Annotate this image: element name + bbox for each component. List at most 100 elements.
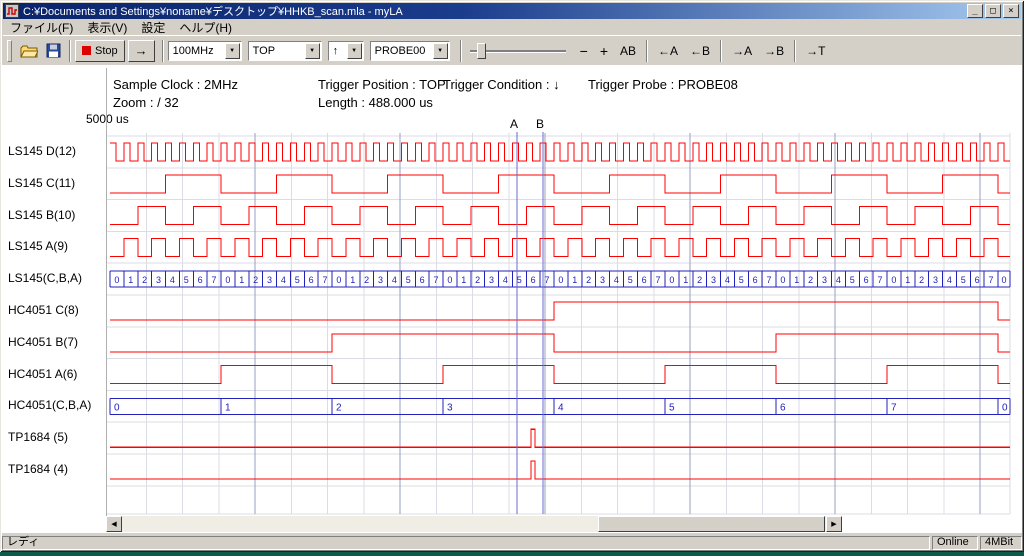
trigger-probe-value: PROBE00 [375, 45, 426, 57]
bus-value: 0 [336, 275, 341, 285]
bus-value: 4 [725, 275, 730, 285]
zoom-info: Zoom : / 32 [113, 95, 179, 110]
chevron-down-icon[interactable]: ▼ [305, 43, 320, 59]
bus-value: 4 [558, 402, 564, 413]
trigger-position-value: TOP [253, 45, 275, 57]
bus-value: 1 [794, 275, 799, 285]
waveform-ls145-d-12 [110, 143, 1010, 161]
bus-value: 7 [545, 275, 550, 285]
stop-icon [82, 46, 91, 55]
bus-value: 4 [170, 275, 175, 285]
close-button[interactable]: × [1003, 4, 1019, 18]
bus-value: 1 [683, 275, 688, 285]
run-button[interactable]: → [128, 40, 155, 62]
bus-value: 7 [989, 275, 994, 285]
sample-rate-select[interactable]: 100MHz ▼ [168, 41, 242, 61]
toolbar: Stop → 100MHz ▼ TOP ▼ ↑ ▼ PROBE00 ▼ − + … [3, 35, 1021, 65]
waveform-hc4051-b-7 [110, 334, 1010, 352]
app-window: C:¥Documents and Settings¥noname¥デスクトップ¥… [0, 0, 1024, 552]
menu-item-4[interactable]: ヘルプ(H) [172, 18, 239, 37]
cursor-b-label: B [536, 117, 544, 131]
length-info: Length : 488.000 us [318, 95, 433, 110]
menu-bar: ファイル(F)表示(V)設定ヘルプ(H) [3, 19, 1021, 35]
bus-value: 2 [697, 275, 702, 285]
stop-button[interactable]: Stop [75, 40, 125, 62]
toolbar-separator [162, 40, 164, 62]
bus-value: 6 [420, 275, 425, 285]
waveform-tp1684-4 [110, 461, 1010, 479]
jump-left-to-a-button[interactable]: ←A [653, 42, 683, 60]
trigger-edge-select[interactable]: ↑ ▼ [328, 41, 364, 61]
bus-value: 2 [919, 275, 924, 285]
floppy-icon [46, 43, 61, 58]
bus-value: 7 [212, 275, 217, 285]
scroll-right-button[interactable]: ▶ [826, 516, 842, 532]
bus-value: 7 [891, 402, 897, 413]
bus-value: 5 [961, 275, 966, 285]
bus-value: 7 [434, 275, 439, 285]
bus-value: 2 [808, 275, 813, 285]
status-bar: レディ Online 4MBit [2, 534, 1022, 550]
bus-value: 2 [253, 275, 258, 285]
bus-value: 6 [309, 275, 314, 285]
bus-value: 0 [225, 275, 230, 285]
menu-item-2[interactable]: 表示(V) [80, 18, 134, 37]
bus-value: 3 [489, 275, 494, 285]
bus-value: 3 [933, 275, 938, 285]
scrollbar-thumb[interactable] [598, 516, 825, 532]
bus-value: 1 [350, 275, 355, 285]
toolbar-separator [69, 40, 71, 62]
scroll-left-button[interactable]: ◀ [106, 516, 122, 532]
trigger-position-select[interactable]: TOP ▼ [248, 41, 322, 61]
waveform-tp1684-5 [110, 429, 1010, 447]
bus-value: 4 [614, 275, 619, 285]
zoom-slider-thumb[interactable] [477, 43, 486, 59]
bus-value: 6 [531, 275, 536, 285]
bus-value: 2 [364, 275, 369, 285]
zoom-in-button[interactable]: + [595, 41, 613, 61]
status-ready-text: レディ [2, 536, 930, 550]
horizontal-scrollbar[interactable]: ◀ ▶ [106, 516, 842, 532]
bus-value: 7 [878, 275, 883, 285]
toolbar-separator [460, 40, 462, 62]
zoom-out-button[interactable]: − [575, 41, 593, 61]
sample-rate-value: 100MHz [173, 45, 214, 57]
jump-to-trigger-button[interactable]: →T [801, 42, 830, 60]
bus-value: 0 [780, 275, 785, 285]
chevron-down-icon[interactable]: ▼ [347, 43, 362, 59]
bus-value: 3 [267, 275, 272, 285]
ab-cursors-button[interactable]: AB [615, 42, 641, 60]
minimize-button[interactable]: _ [967, 4, 983, 18]
menu-item-1[interactable]: ファイル(F) [3, 18, 80, 37]
bus-value: 5 [669, 402, 675, 413]
chevron-down-icon[interactable]: ▼ [225, 43, 240, 59]
jump-right-to-b-button[interactable]: →B [759, 42, 789, 60]
maximize-button[interactable]: □ [985, 4, 1001, 18]
trigger-probe-select[interactable]: PROBE00 ▼ [370, 41, 450, 61]
bus-value: 1 [461, 275, 466, 285]
waveform-ls145-a-9 [110, 238, 1010, 256]
status-memory-badge: 4MBit [980, 536, 1022, 550]
bus-value: 4 [392, 275, 397, 285]
waveform-hc4051-c-8 [110, 302, 1010, 320]
bus-value: 7 [767, 275, 772, 285]
bus-value: 3 [447, 402, 453, 413]
jump-right-to-a-button[interactable]: →A [727, 42, 757, 60]
waveform-ls145-c-11 [110, 175, 1010, 193]
bus-value: 5 [739, 275, 744, 285]
save-button[interactable] [41, 40, 65, 62]
folder-open-icon [20, 44, 38, 58]
menu-item-3[interactable]: 設定 [134, 18, 172, 37]
bus-value: 4 [836, 275, 841, 285]
app-icon [5, 4, 19, 18]
toolbar-separator [646, 40, 648, 62]
zoom-slider[interactable] [470, 40, 566, 62]
bus-value: 5 [184, 275, 189, 285]
toolbar-grip[interactable] [7, 40, 12, 62]
jump-left-to-b-button[interactable]: ←B [685, 42, 715, 60]
chevron-down-icon[interactable]: ▼ [433, 43, 448, 59]
bus-value: 5 [517, 275, 522, 285]
bus-value: 1 [128, 275, 133, 285]
open-file-button[interactable] [17, 40, 41, 62]
bus-value: 6 [864, 275, 869, 285]
